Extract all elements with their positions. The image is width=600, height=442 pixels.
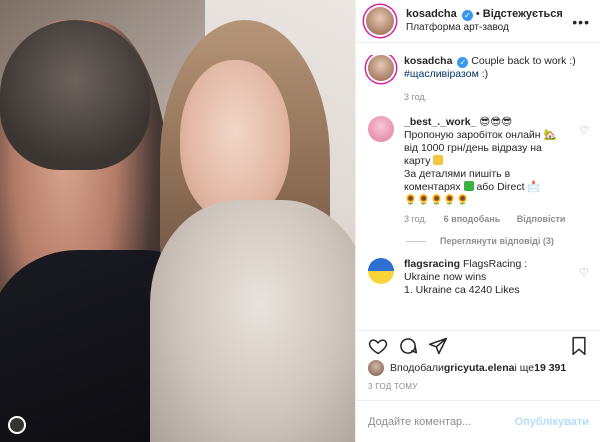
like-heart-icon[interactable] — [368, 336, 388, 356]
comment-body: flagsracing FlagsRacing : Ukraine now wi… — [404, 258, 584, 297]
check-emoji-icon — [463, 181, 474, 191]
view-replies-button[interactable]: Переглянути відповіді (3) — [406, 236, 589, 246]
sunglasses-emoji-icon: 😎😎😎 — [479, 116, 513, 128]
author-avatar[interactable] — [366, 7, 394, 35]
comment-actions: 3 год. 6 вподобань Відповісти — [404, 213, 584, 226]
view-replies-label[interactable]: Переглянути відповіді (3) — [440, 236, 554, 246]
post-actions-bar — [356, 330, 600, 360]
comments-list[interactable]: kosadcha ✓ Couple back to work :) #щасли… — [356, 55, 600, 325]
man-hair — [0, 20, 150, 170]
author-username[interactable]: kosadcha — [406, 8, 457, 20]
house-emoji-icon: 🏡 — [543, 129, 557, 141]
post-location[interactable]: Платформа арт-завод — [406, 21, 563, 35]
sunflower-emoji-icon: 🌻🌻🌻🌻🌻 — [404, 194, 470, 206]
woman-dress — [150, 200, 355, 442]
comment-input[interactable] — [368, 415, 515, 428]
post-photo[interactable] — [0, 0, 355, 442]
comment-time[interactable]: 3 год. — [404, 214, 427, 224]
likes-summary: Вподобали gricyuta.elena і ще 19 391 — [368, 360, 566, 376]
save-bookmark-icon[interactable] — [569, 336, 589, 356]
liker-username[interactable]: gricyuta.elena — [444, 362, 515, 374]
tagged-user-icon[interactable] — [8, 416, 26, 434]
post-header: kosadcha ✓ • Відстежується Платформа арт… — [356, 0, 600, 43]
comment-line: коментарях — [404, 181, 461, 193]
caption-suffix: :) — [478, 68, 489, 80]
comment-username[interactable]: _best_._work_ — [404, 116, 476, 128]
comment-bubble-icon[interactable] — [398, 336, 418, 356]
comment-line: карту — [404, 155, 431, 167]
comment-line: Пропоную заробіток онлайн — [404, 129, 541, 141]
add-comment-bar: Опублікувати — [356, 400, 600, 442]
post-sidebar: kosadcha ✓ • Відстежується Платформа арт… — [355, 0, 600, 442]
verified-badge-icon: ✓ — [461, 10, 473, 21]
envelope-emoji-icon: 📩 — [527, 181, 541, 193]
comment-line: або Direct — [476, 181, 525, 193]
likes-middle: і ще — [514, 362, 535, 374]
caption-body: kosadcha ✓ Couple back to work :) #щасли… — [404, 55, 584, 104]
publish-button[interactable]: Опублікувати — [515, 416, 589, 428]
liker-avatar[interactable] — [368, 360, 384, 376]
caption-username[interactable]: kosadcha — [404, 55, 452, 67]
comment-line: За деталями пишіть в — [404, 168, 511, 180]
comment-like-heart-icon[interactable]: ♡ — [579, 266, 589, 279]
comment-like-heart-icon[interactable]: ♡ — [579, 124, 589, 137]
caption: kosadcha ✓ Couple back to work :) #щасли… — [368, 55, 589, 104]
follow-status-button[interactable]: Відстежується — [483, 8, 563, 20]
likes-prefix: Вподобали — [390, 362, 444, 374]
comment-avatar[interactable] — [368, 116, 394, 142]
reply-button[interactable]: Відповісти — [517, 214, 566, 224]
caption-hashtag[interactable]: #щасливіразом — [404, 68, 479, 80]
comment-body: _best_._work_ 😎😎😎 Пропоную заробіток онл… — [404, 116, 584, 226]
caption-avatar[interactable] — [368, 55, 394, 81]
likes-count[interactable]: 19 391 — [534, 362, 566, 374]
comment-line: FlagsRacing : — [462, 258, 528, 270]
card-emoji-icon — [433, 155, 444, 165]
comment-item: flagsracing FlagsRacing : Ukraine now wi… — [368, 258, 589, 297]
replies-divider — [406, 241, 426, 243]
woman-face — [180, 60, 290, 220]
share-send-icon[interactable] — [428, 336, 448, 356]
comment-item: _best_._work_ 😎😎😎 Пропоную заробіток онл… — [368, 116, 589, 226]
more-options-icon[interactable]: ••• — [572, 14, 590, 30]
comment-likes[interactable]: 6 вподобань — [444, 214, 501, 224]
comment-line: від 1000 грн/день відразу на — [404, 142, 542, 154]
post-timestamp[interactable]: 3 ГОД ТОМУ — [368, 382, 418, 391]
comment-line: Ukraine now wins — [404, 271, 487, 283]
verified-badge-icon: ✓ — [457, 57, 469, 68]
comment-username[interactable]: flagsracing — [404, 258, 460, 270]
caption-text: Couple back to work :) — [471, 55, 576, 67]
comment-avatar[interactable] — [368, 258, 394, 284]
caption-time[interactable]: 3 год. — [404, 91, 584, 104]
dot-separator: • — [475, 8, 483, 20]
header-meta: kosadcha ✓ • Відстежується Платформа арт… — [406, 7, 563, 35]
comment-line: 1. Ukraine са 4240 Likes — [404, 284, 520, 296]
